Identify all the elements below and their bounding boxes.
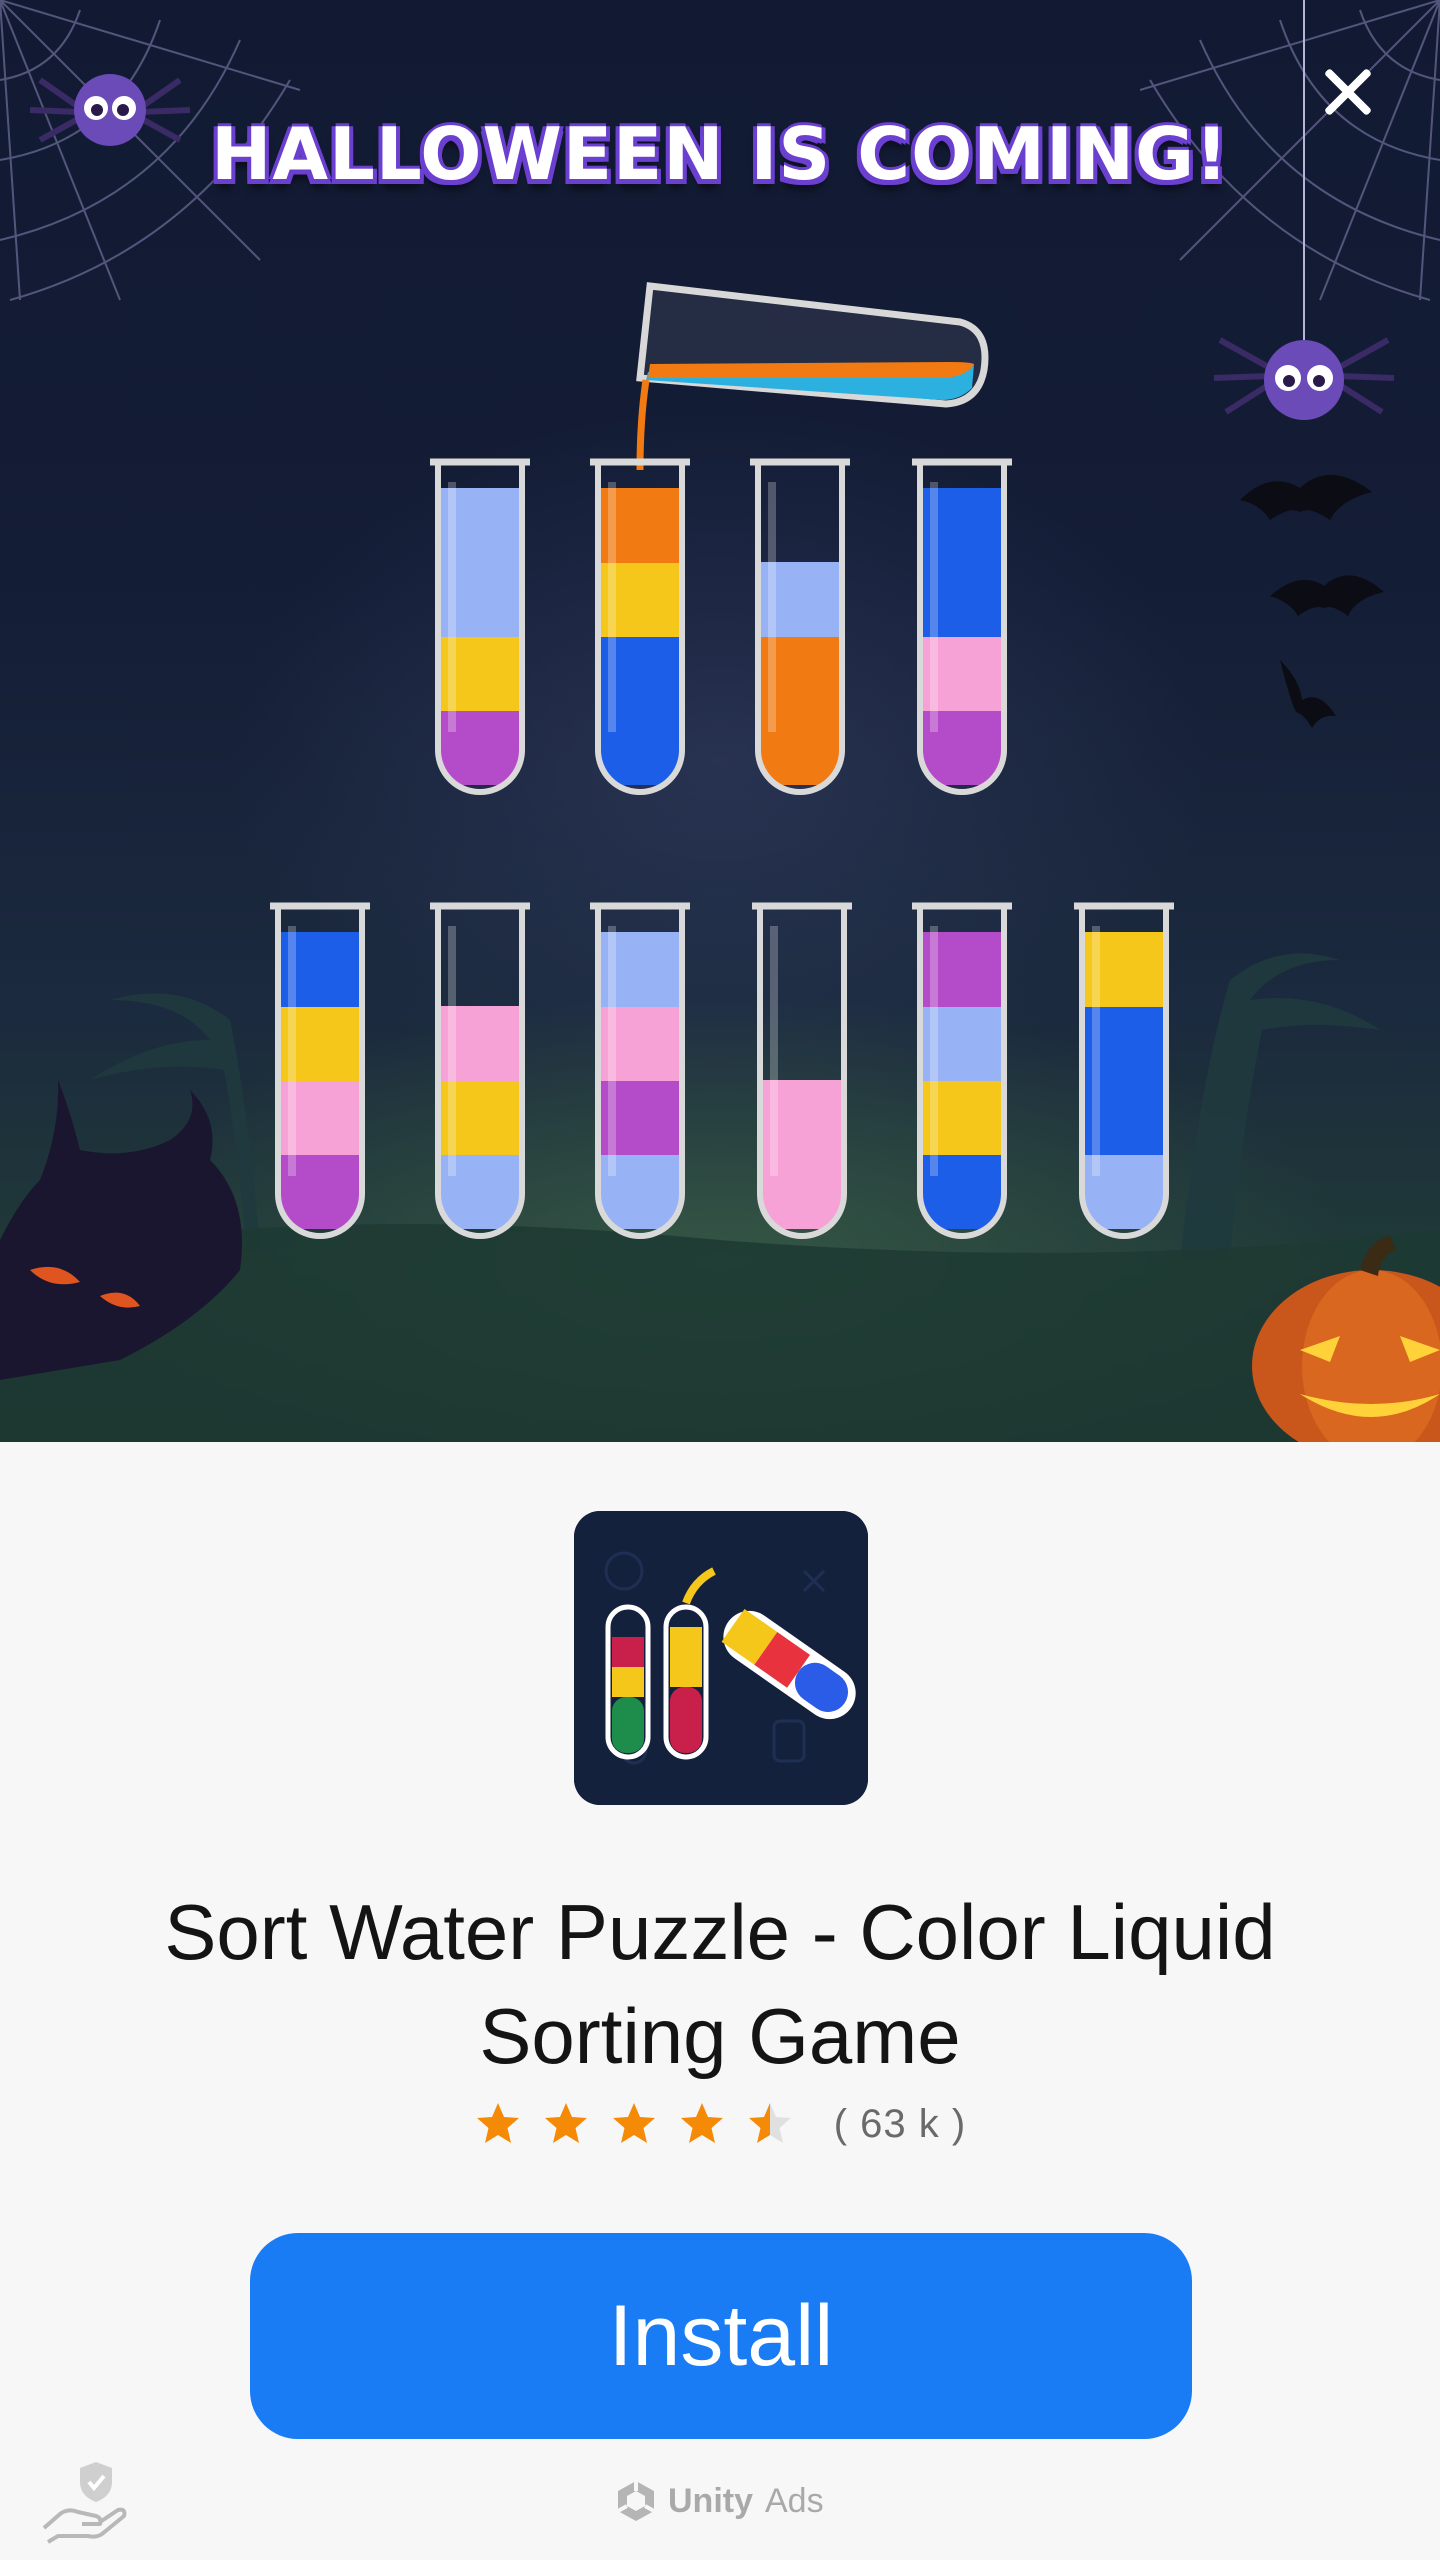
rating-row: ( 63 k ) [0,2094,1440,2154]
bottom-tube-6[interactable] [1074,902,1174,1239]
privacy-shield-hand-icon[interactable] [38,2452,130,2544]
unity-ads-badge: Unity Ads [612,2476,824,2526]
star-icon [476,2103,519,2143]
close-button[interactable] [1320,64,1376,120]
star-icon [612,2103,655,2143]
halloween-scene [0,0,1440,1442]
sort-water-logo-icon [574,1511,868,1805]
top-tube-1[interactable] [430,458,530,795]
bottom-tube-5[interactable] [912,902,1012,1239]
star-rating [474,2100,794,2148]
ad-headline: HALLOWEEN IS COMING! [211,112,1229,196]
pouring-tube [636,282,989,471]
top-tube-2[interactable] [590,458,690,795]
top-tube-row [430,458,1012,795]
rating-count: ( 63 k ) [833,2101,967,2146]
bat-icons [1240,474,1384,728]
bottom-tube-3[interactable] [590,902,690,1239]
unity-brand: Unity [668,2481,753,2520]
app-title: Sort Water Puzzle - Color Liquid Sorting… [164,1888,1276,2080]
ad-creative[interactable]: HALLOWEEN IS COMING! [0,0,1440,1442]
spider-right-icon [1213,0,1395,420]
app-icon[interactable] [574,1511,868,1805]
star-icon [680,2103,723,2143]
bottom-tube-4[interactable] [752,902,852,1239]
bottom-tube-1[interactable] [270,902,370,1239]
unity-logo-icon [617,2481,655,2521]
bottom-tube-row [270,902,1174,1239]
install-button[interactable]: Install [250,2233,1192,2439]
top-tube-4[interactable] [912,458,1012,795]
ads-label: Ads [765,2481,824,2520]
top-tube-3[interactable] [750,458,850,795]
star-icon [748,2103,791,2143]
star-icon [544,2103,587,2143]
bottom-tube-2[interactable] [430,902,530,1239]
